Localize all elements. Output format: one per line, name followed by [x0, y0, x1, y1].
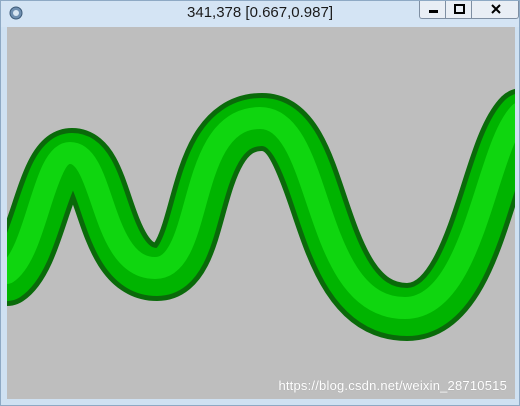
close-icon	[491, 4, 501, 14]
maximize-button[interactable]	[445, 1, 472, 19]
green-tube-graphic	[7, 88, 515, 341]
minimize-button[interactable]	[419, 1, 446, 19]
close-button[interactable]	[471, 1, 519, 19]
maximize-icon	[454, 4, 465, 14]
render-canvas[interactable]: https://blog.csdn.net/weixin_28710515	[7, 27, 515, 399]
app-window: 341,378 [0.667,0.987] https://blog.csdn.…	[0, 0, 520, 406]
watermark-text: https://blog.csdn.net/weixin_28710515	[278, 378, 507, 393]
minimize-icon	[429, 10, 438, 13]
title-bar[interactable]: 341,378 [0.667,0.987]	[1, 1, 519, 27]
